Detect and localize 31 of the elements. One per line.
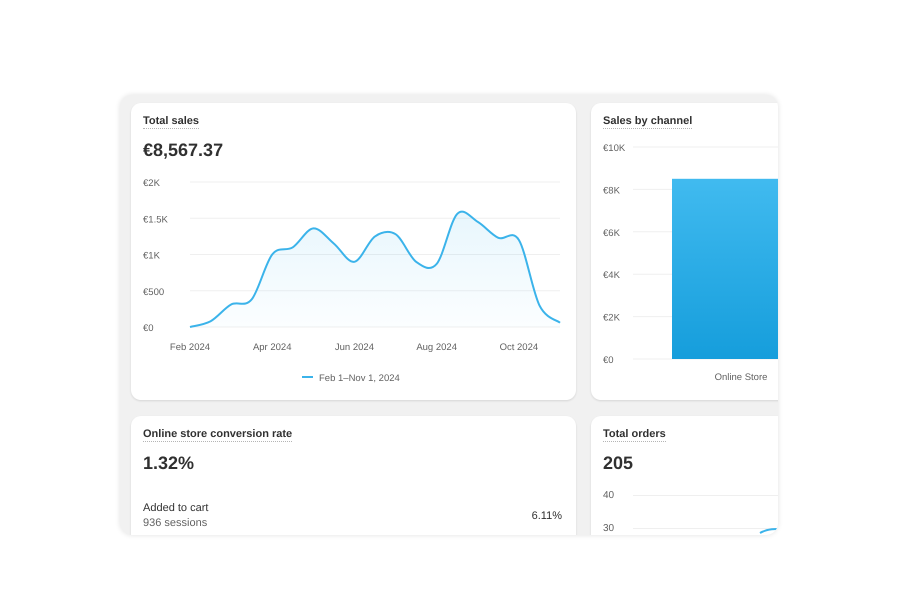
step-label: Added to cart <box>143 502 208 514</box>
axis-label: Aug 2024 <box>416 342 457 353</box>
axis-label: Apr 2024 <box>252 342 292 353</box>
step-rate: 6.11% <box>532 510 563 522</box>
conversion-rate-value: 1.32% <box>143 453 194 474</box>
axis-label: €1.5K <box>143 214 168 226</box>
legend-label: Feb 1–Nov 1, 2024 <box>319 373 400 384</box>
card-title[interactable]: Total orders <box>603 428 666 442</box>
axis-label: €8K <box>603 185 620 196</box>
axis-label: €2K <box>603 312 620 324</box>
axis-label: Feb 2024 <box>170 342 210 353</box>
axis-label: €0 <box>143 323 154 334</box>
step-sessions: 936 sessions <box>143 517 208 529</box>
legend-line-icon <box>302 376 313 378</box>
axis-label: €500 <box>143 286 164 298</box>
card-title[interactable]: Total sales <box>143 115 200 129</box>
axis-label: €6K <box>603 228 620 239</box>
axis-label: Online Store <box>714 372 768 383</box>
axis-label: €1K <box>143 250 160 262</box>
total-orders-value: 205 <box>603 453 634 474</box>
axis-label: €0 <box>603 355 614 366</box>
axis-label: €4K <box>603 270 620 282</box>
axis-label: 40 <box>603 490 616 501</box>
axis-label: €10K <box>603 143 626 154</box>
axis-label: €2K <box>143 178 160 189</box>
card-title[interactable]: Online store conversion rate <box>143 428 292 442</box>
axis-label: Jun 2024 <box>334 342 374 353</box>
axis-label: 30 <box>603 523 616 534</box>
card-title[interactable]: Sales by channel <box>603 115 692 129</box>
total-sales-value: €8,567.37 <box>143 140 224 161</box>
axis-label: Oct 2024 <box>500 342 538 353</box>
